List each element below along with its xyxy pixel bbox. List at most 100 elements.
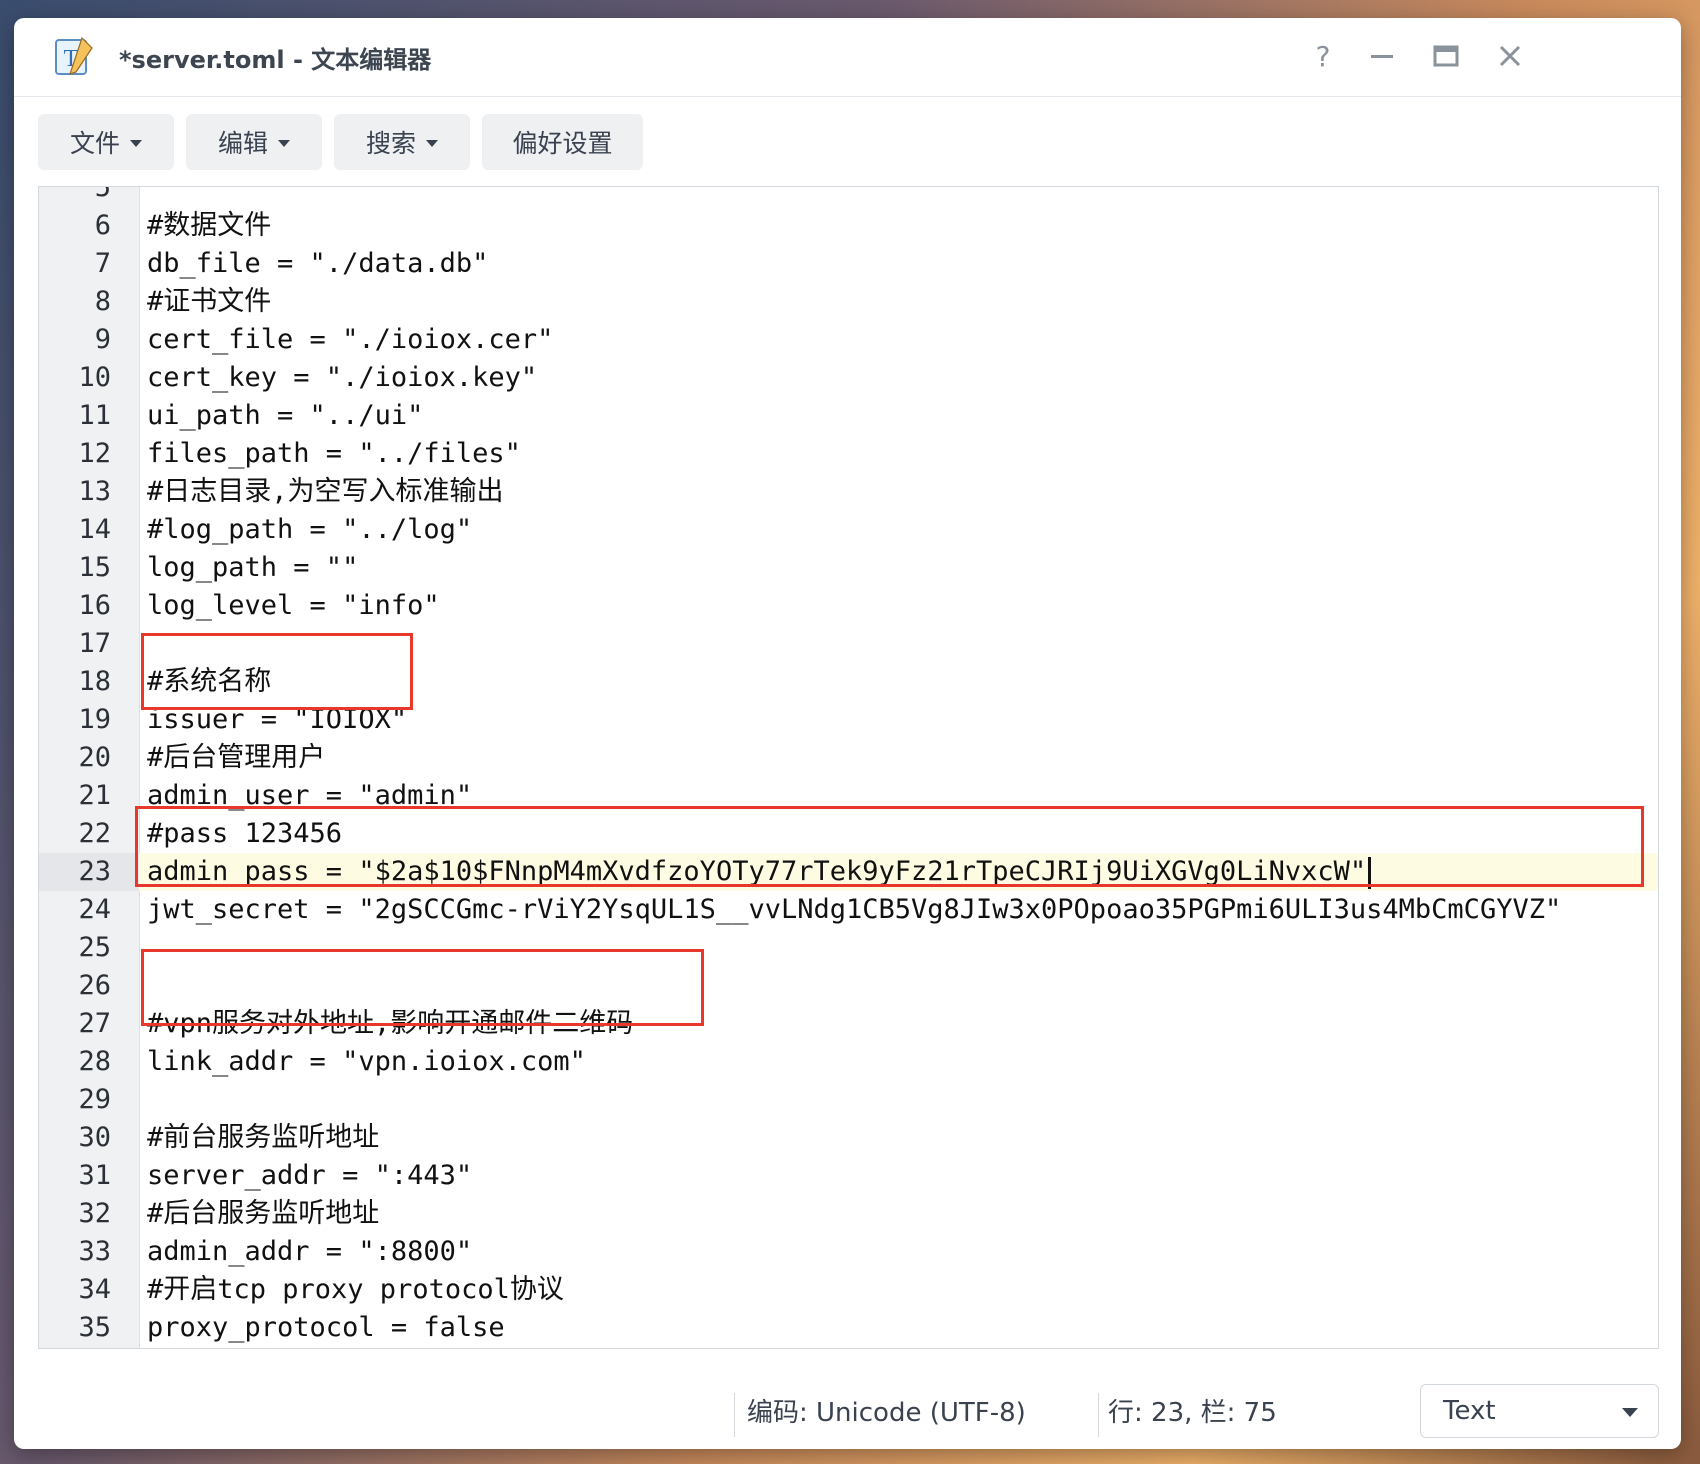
code-line[interactable]: 8 #证书文件 [39, 283, 1658, 321]
line-number: 14 [78, 514, 111, 545]
line-text[interactable]: #后台服务监听地址 [147, 1195, 379, 1233]
line-text[interactable]: cert_key = "./ioiox.key" [147, 359, 537, 397]
line-number: 12 [78, 438, 111, 469]
line-number: 25 [78, 932, 111, 963]
preferences-button[interactable]: 偏好设置 [482, 114, 643, 170]
code-line[interactable]: 34 #开启tcp proxy protocol协议 [39, 1271, 1658, 1309]
code-line[interactable]: 10 cert_key = "./ioiox.key" [39, 359, 1658, 397]
line-number: 19 [78, 704, 111, 735]
line-text[interactable]: link_addr = "vpn.ioiox.com" [147, 1043, 586, 1081]
line-number: 11 [78, 400, 111, 431]
text-editor-window: T *server.toml - 文本编辑器 ? 文件 编辑 搜索 偏好设置 5… [14, 18, 1681, 1449]
line-number: 10 [78, 362, 111, 393]
code-line[interactable]: 33 admin_addr = ":8800" [39, 1233, 1658, 1271]
line-number: 33 [78, 1236, 111, 1267]
window-title: *server.toml - 文本编辑器 [119, 46, 432, 74]
line-text[interactable]: admin_addr = ":8800" [147, 1233, 472, 1271]
line-number: 32 [78, 1198, 111, 1229]
code-line[interactable]: 16 log_level = "info" [39, 587, 1658, 625]
line-text[interactable]: server_addr = ":443" [147, 1157, 472, 1195]
chevron-down-icon [278, 139, 290, 147]
file-menu-button[interactable]: 文件 [38, 114, 174, 170]
preferences-label: 偏好设置 [512, 129, 613, 158]
code-line[interactable]: 12 files_path = "../files" [39, 435, 1658, 473]
code-line[interactable]: 29 [39, 1081, 1658, 1119]
line-number: 18 [78, 666, 111, 697]
editor-lines: 5 6 #数据文件 7 db_file = "./data.db" 8 #证书文件 9 cert… [39, 187, 1658, 1347]
code-line[interactable]: 5 [39, 187, 1658, 207]
status-separator [734, 1393, 735, 1437]
search-menu-button[interactable]: 搜索 [334, 114, 470, 170]
text-editor-app-icon: T [55, 36, 93, 75]
code-line[interactable]: 35 proxy_protocol = false [39, 1309, 1658, 1347]
code-line[interactable]: 14 #log_path = "../log" [39, 511, 1658, 549]
help-icon[interactable]: ? [1305, 38, 1341, 74]
line-text[interactable]: log_level = "info" [147, 587, 440, 625]
line-number: 27 [78, 1008, 111, 1039]
line-text[interactable]: #证书文件 [147, 283, 271, 321]
line-number: 8 [94, 286, 111, 317]
line-text[interactable]: db_file = "./data.db" [147, 245, 488, 283]
line-text[interactable]: #日志目录,为空写入标准输出 [147, 473, 504, 511]
line-text[interactable]: #后台管理用户 [147, 739, 325, 777]
line-text[interactable]: proxy_protocol = false [147, 1309, 505, 1347]
line-number: 29 [78, 1084, 111, 1115]
encoding-status[interactable]: 编码: Unicode (UTF-8) [747, 1385, 1026, 1435]
line-number: 26 [78, 970, 111, 1001]
line-number: 23 [39, 853, 139, 891]
maximize-icon[interactable] [1428, 38, 1464, 74]
code-line[interactable]: 9 cert_file = "./ioiox.cer" [39, 321, 1658, 359]
chevron-down-icon [1622, 1408, 1638, 1417]
code-line[interactable]: 13 #日志目录,为空写入标准输出 [39, 473, 1658, 511]
line-text[interactable]: #前台服务监听地址 [147, 1119, 379, 1157]
close-icon[interactable] [1492, 38, 1528, 74]
line-number: 30 [78, 1122, 111, 1153]
line-number: 20 [78, 742, 111, 773]
chevron-down-icon [426, 139, 438, 147]
highlight-box-credentials [135, 806, 1644, 887]
edit-menu-button[interactable]: 编辑 [186, 114, 322, 170]
line-text[interactable]: log_path = "" [147, 549, 358, 587]
line-number: 24 [78, 894, 111, 925]
file-menu-label: 文件 [69, 129, 120, 158]
code-line[interactable]: 15 log_path = "" [39, 549, 1658, 587]
line-text[interactable]: jwt_secret = "2gSCCGmc-rViY2YsqUL1S__vvL… [147, 891, 1561, 929]
syntax-mode-select[interactable]: Text [1420, 1384, 1659, 1438]
chevron-down-icon [130, 139, 142, 147]
title-bar[interactable]: T *server.toml - 文本编辑器 ? [14, 18, 1681, 97]
line-number: 21 [78, 780, 111, 811]
status-separator [1098, 1393, 1099, 1437]
code-line[interactable]: 6 #数据文件 [39, 207, 1658, 245]
syntax-mode-value: Text [1443, 1396, 1496, 1426]
status-bar: 编码: Unicode (UTF-8) 行: 23, 栏: 75 Text [14, 1363, 1681, 1449]
code-line[interactable]: 32 #后台服务监听地址 [39, 1195, 1658, 1233]
code-editor[interactable]: 5 6 #数据文件 7 db_file = "./data.db" 8 #证书文件 9 cert… [38, 186, 1659, 1349]
highlight-box-issuer [141, 633, 413, 710]
line-number: 35 [78, 1312, 111, 1343]
line-text[interactable]: #开启tcp proxy protocol协议 [147, 1271, 564, 1309]
line-number: 31 [78, 1160, 111, 1191]
line-text[interactable]: #log_path = "../log" [147, 511, 472, 549]
line-number: 13 [78, 476, 111, 507]
code-line[interactable]: 11 ui_path = "../ui" [39, 397, 1658, 435]
line-number: 28 [78, 1046, 111, 1077]
code-line[interactable]: 30 #前台服务监听地址 [39, 1119, 1658, 1157]
line-number: 6 [94, 210, 111, 241]
line-text[interactable]: files_path = "../files" [147, 435, 521, 473]
line-number: 9 [94, 324, 111, 355]
line-text[interactable]: ui_path = "../ui" [147, 397, 423, 435]
line-text[interactable]: #数据文件 [147, 207, 271, 245]
line-number: 16 [78, 590, 111, 621]
highlight-box-link-addr [141, 949, 704, 1026]
line-text[interactable]: cert_file = "./ioiox.cer" [147, 321, 553, 359]
line-number: 34 [78, 1274, 111, 1305]
line-number: 17 [78, 628, 111, 659]
minimize-icon[interactable] [1364, 38, 1400, 74]
code-line[interactable]: 7 db_file = "./data.db" [39, 245, 1658, 283]
line-number: 7 [94, 248, 111, 279]
code-line[interactable]: 28 link_addr = "vpn.ioiox.com" [39, 1043, 1658, 1081]
code-line[interactable]: 20 #后台管理用户 [39, 739, 1658, 777]
code-line[interactable]: 31 server_addr = ":443" [39, 1157, 1658, 1195]
code-line[interactable]: 24 jwt_secret = "2gSCCGmc-rViY2YsqUL1S__v… [39, 891, 1658, 929]
line-number: 15 [78, 552, 111, 583]
